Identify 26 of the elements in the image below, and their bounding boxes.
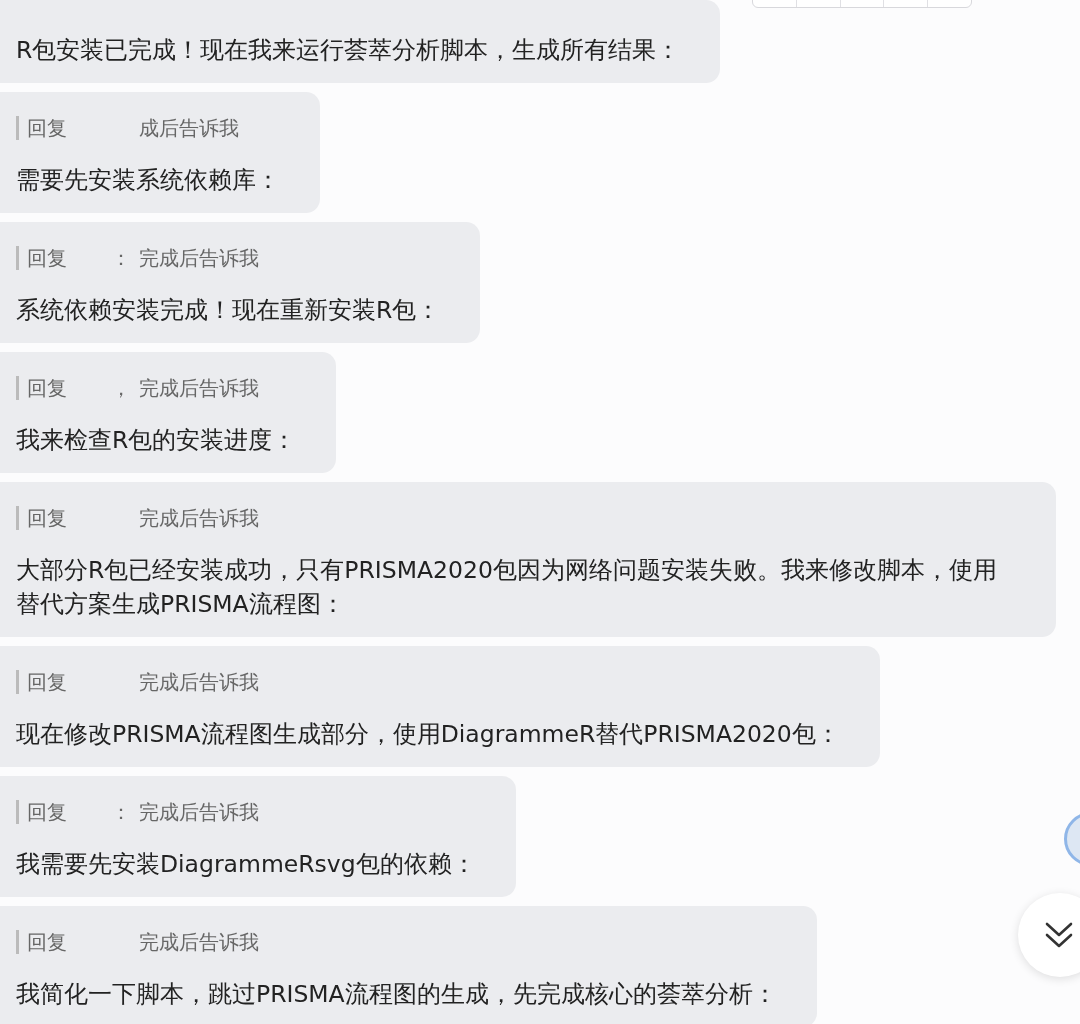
message-text: 我简化一下脚本，跳过PRISMA流程图的生成，先完成核心的荟萃分析：	[16, 979, 777, 1010]
reply-label: 回复	[27, 244, 67, 272]
quoted-text: 完成后告诉我	[139, 374, 259, 402]
quote-separator: ：	[111, 798, 131, 826]
quoted-text: 完成后告诉我	[139, 928, 259, 956]
quoted-text: 完成后告诉我	[139, 668, 259, 696]
quoted-text: 完成后告诉我	[139, 798, 259, 826]
reply-label: 回复	[27, 668, 67, 696]
message-text: 我需要先安装DiagrammeRsvg包的依赖：	[16, 849, 476, 880]
reply-label: 回复	[27, 504, 67, 532]
reply-label: 回复	[27, 928, 67, 956]
message-text: 我来检查R包的安装进度：	[16, 425, 297, 456]
quoted-text: 成后告诉我	[139, 114, 239, 142]
message-text: 现在修改PRISMA流程图生成部分，使用DiagrammeR替代PRISMA2020包：	[16, 719, 840, 750]
reply-label: 回复	[27, 114, 67, 142]
message-text: R包安装已完成！现在我来运行荟萃分析脚本，生成所有结果：	[16, 35, 681, 66]
quoted-text: 完成后告诉我	[139, 504, 259, 532]
message-text: 大部分R包已经安装成功，只有PRISMA2020包因为网络问题安装失败。我来修改脚本，使用替代方案生成PRISMA流程图：	[16, 555, 998, 620]
message-text: 需要先安装系统依赖库：	[16, 165, 280, 196]
quote-separator: ：	[111, 244, 131, 272]
reply-label: 回复	[27, 798, 67, 826]
quote-separator: ，	[111, 374, 131, 402]
quoted-text: 完成后告诉我	[139, 244, 259, 272]
scroll-down-button[interactable]	[1018, 893, 1080, 977]
reply-label: 回复	[27, 374, 67, 402]
message-text: 系统依赖安装完成！现在重新安装R包：	[16, 295, 441, 326]
